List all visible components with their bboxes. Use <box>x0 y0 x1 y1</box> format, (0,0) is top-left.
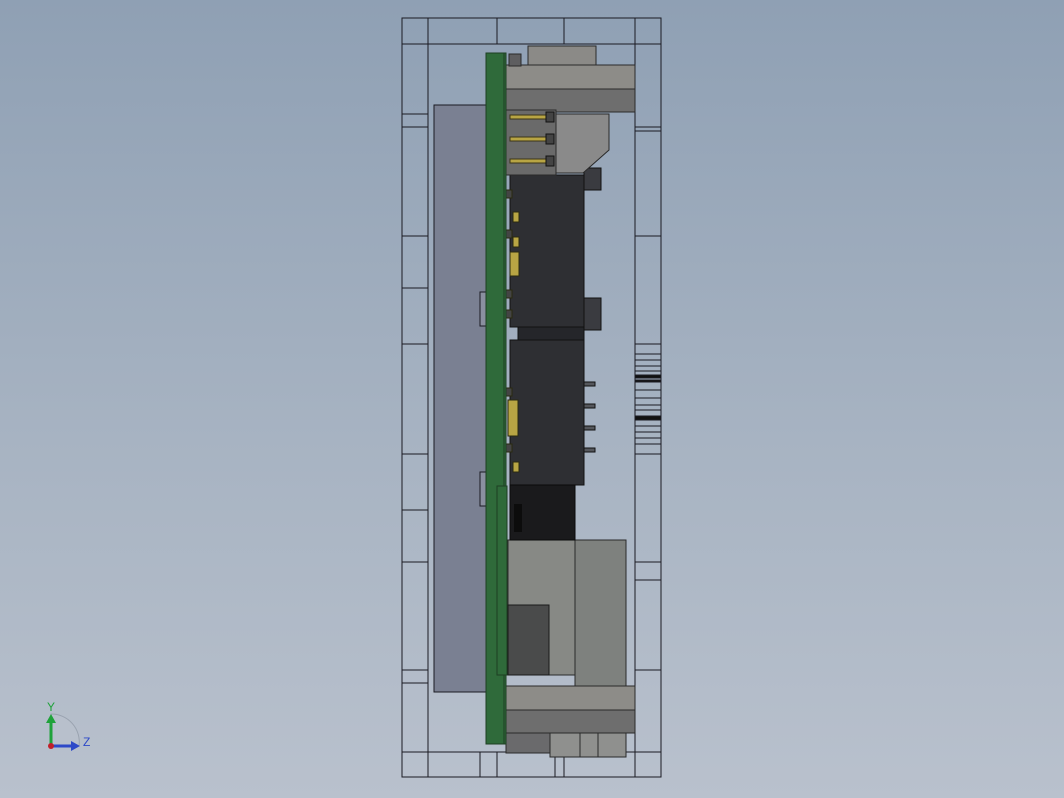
triad-arc <box>50 713 80 747</box>
daughter-pcb[interactable] <box>496 485 508 676</box>
vent-slots <box>634 353 662 445</box>
pin-header[interactable] <box>505 109 610 176</box>
module-block[interactable] <box>507 484 627 687</box>
panel-clip-lower <box>479 471 487 507</box>
bottom-connector[interactable] <box>505 685 636 758</box>
orientation-triad: Y Z <box>46 700 90 751</box>
y-axis-label: Y <box>47 700 55 714</box>
z-axis-label: Z <box>83 735 90 749</box>
panel-clip-upper <box>479 291 487 327</box>
triad-origin <box>48 743 54 749</box>
heatsink-block[interactable] <box>509 167 602 486</box>
display-panel[interactable] <box>433 104 487 693</box>
cad-viewport[interactable]: Y Z <box>0 0 1064 798</box>
model-view[interactable]: Y Z <box>0 0 1064 798</box>
top-connector[interactable] <box>505 45 636 113</box>
